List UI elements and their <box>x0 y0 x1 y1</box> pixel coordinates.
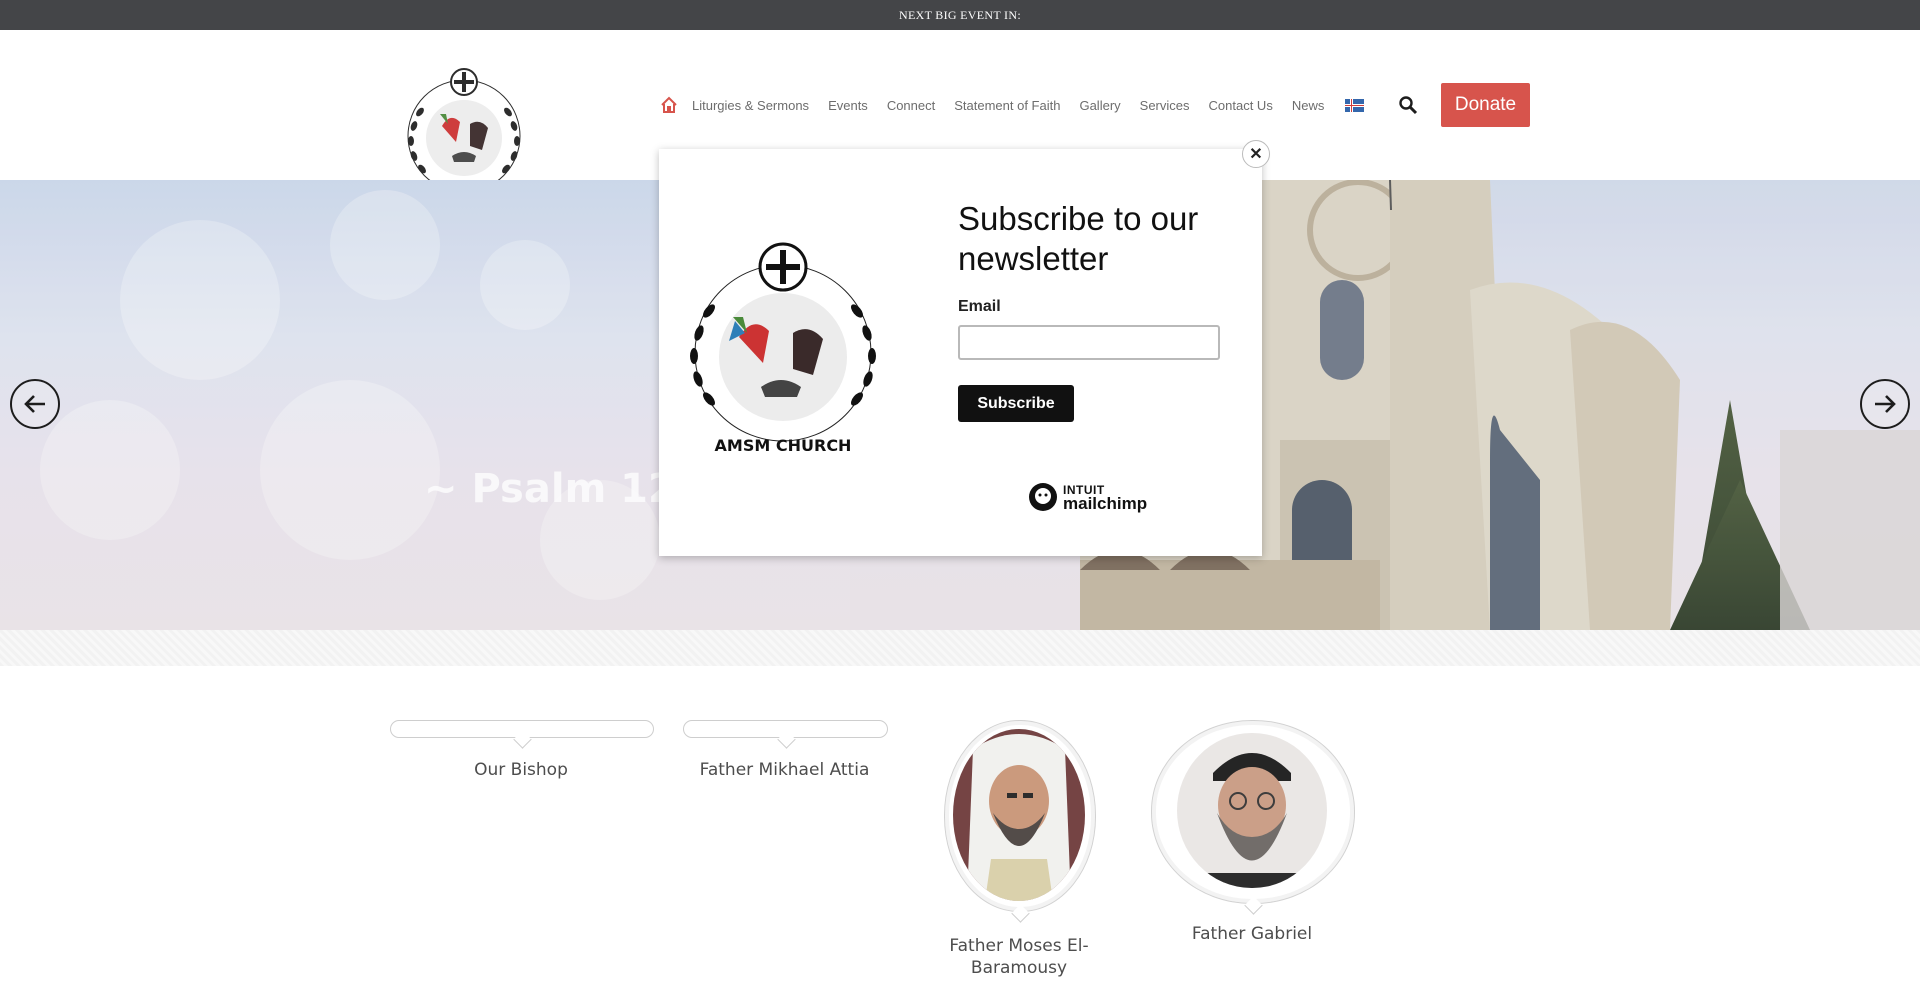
church-logo-large: AMSM CHURCH <box>669 241 897 466</box>
email-label: Email <box>958 298 1001 315</box>
mailchimp-logo-icon <box>1029 483 1057 511</box>
subscribe-button[interactable]: Subscribe <box>958 385 1074 422</box>
logo-caption: AMSM CHURCH <box>715 436 852 455</box>
modal-title: Subscribe to our newsletter <box>958 200 1199 277</box>
close-icon[interactable]: ✕ <box>1242 140 1270 168</box>
newsletter-modal: AMSM CHURCH Subscribe to our newsletter … <box>659 149 1262 556</box>
email-input[interactable] <box>958 325 1220 360</box>
mailchimp-badge[interactable]: INTUIT mailchimp <box>1027 481 1147 513</box>
mailchimp-brand-line2: mailchimp <box>1063 494 1148 513</box>
